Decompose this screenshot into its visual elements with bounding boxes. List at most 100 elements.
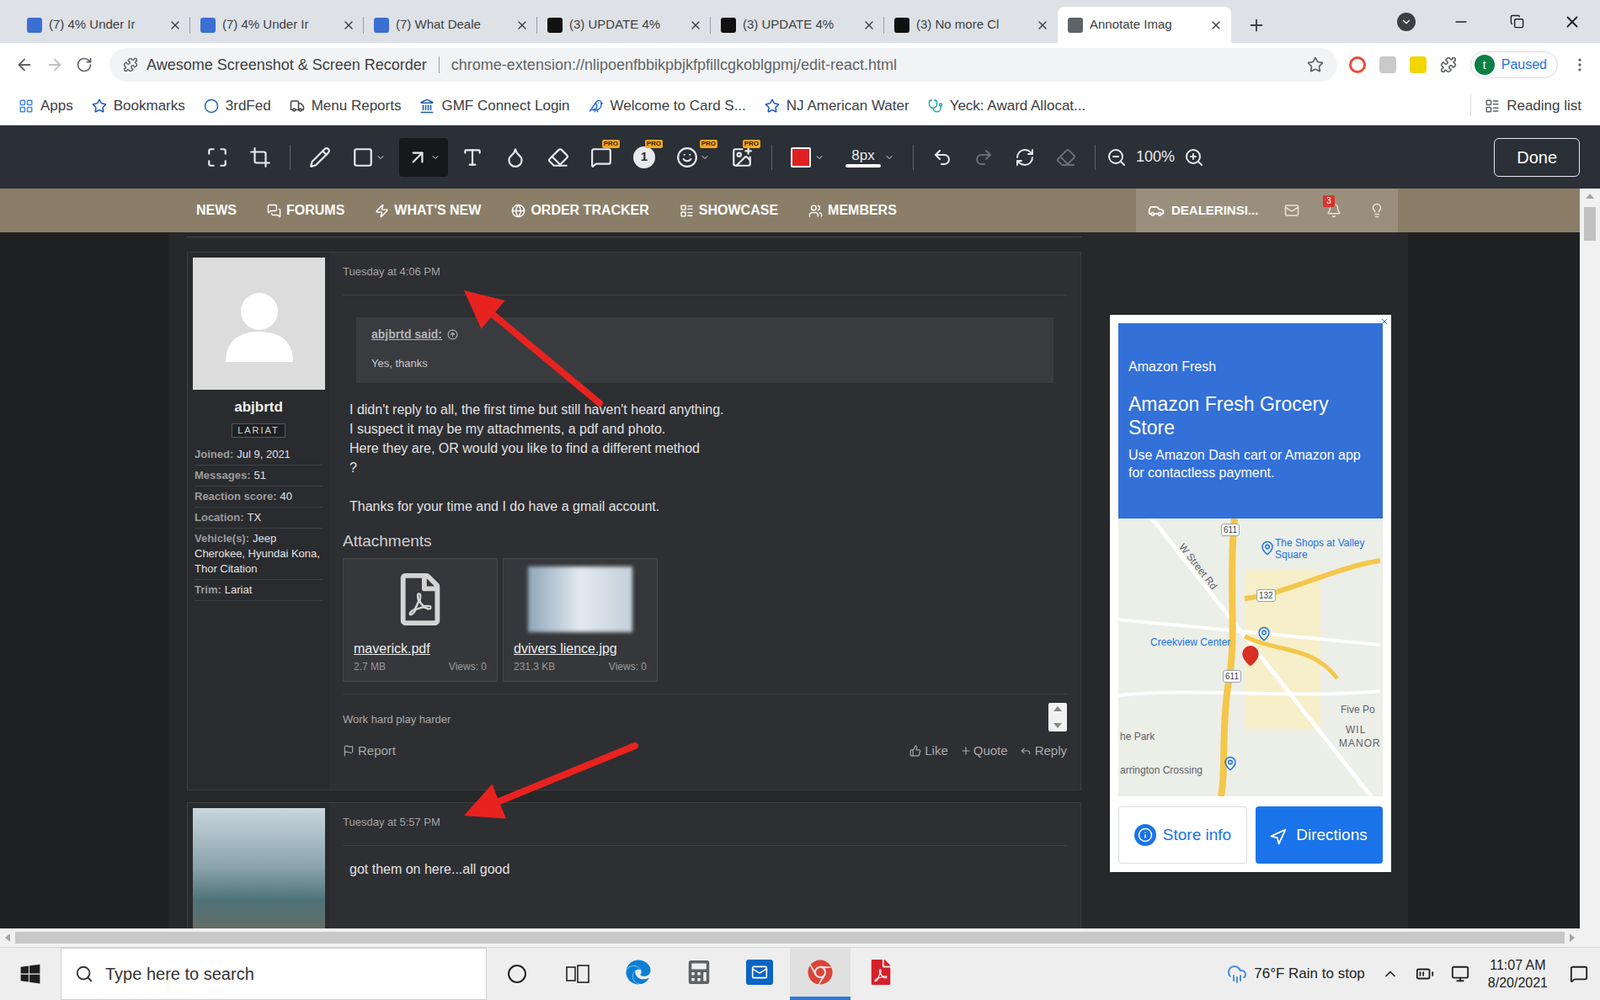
bookmark[interactable]: Welcome to Card S... <box>588 95 747 118</box>
reading-list[interactable]: Reading list <box>1470 95 1582 118</box>
menu-icon[interactable] <box>1571 56 1589 74</box>
nav-item[interactable]: FORUMS <box>266 200 345 221</box>
cortana-button[interactable] <box>486 948 548 1000</box>
nav-item[interactable]: ORDER TRACKER <box>511 200 649 221</box>
emoji-tool[interactable]: PRO <box>668 138 718 177</box>
like-button[interactable]: Like <box>909 741 949 762</box>
clear-button[interactable] <box>1048 138 1084 177</box>
rectangle-tool[interactable] <box>344 138 394 177</box>
theme-button[interactable] <box>1354 188 1398 233</box>
browser-tab[interactable]: (3) No more Cl <box>884 6 1058 43</box>
zoom-in-icon[interactable] <box>1184 147 1205 168</box>
bookmark-star-icon[interactable] <box>1306 56 1324 74</box>
close-tab-icon[interactable] <box>341 18 356 32</box>
redo-button[interactable] <box>965 138 1002 177</box>
extensions-icon[interactable] <box>1440 56 1457 74</box>
reload-icon[interactable] <box>75 56 93 74</box>
battery-tray[interactable] <box>1407 948 1443 1000</box>
notifications-button[interactable] <box>1557 948 1600 1000</box>
bookmark[interactable]: Bookmarks <box>91 95 186 118</box>
bookmark[interactable]: Menu Reports <box>289 95 402 118</box>
taskbar-app[interactable] <box>789 948 851 1000</box>
color-picker[interactable] <box>783 138 832 177</box>
report-button[interactable]: Report <box>342 741 396 762</box>
extension-1-icon[interactable] <box>1349 56 1366 74</box>
nav-item[interactable]: WHAT'S NEW <box>374 200 481 221</box>
close-tab-icon[interactable] <box>1209 18 1223 32</box>
reset-button[interactable] <box>1007 138 1043 177</box>
zoom-out-icon[interactable] <box>1106 147 1127 168</box>
ad[interactable]: Amazon FreshAmazon Fresh Grocery StoreUs… <box>1109 314 1392 873</box>
close-tab-icon[interactable] <box>688 18 703 32</box>
start-button[interactable] <box>0 948 61 1000</box>
attachment-card[interactable]: dvivers lience.jpg231.3 KBViews: 0 <box>502 558 658 683</box>
forward-icon[interactable] <box>45 55 64 75</box>
signature-scroller[interactable] <box>1048 703 1067 732</box>
browser-tab[interactable]: (7) What Deale <box>363 6 538 43</box>
bookmark[interactable]: Yeck: Award Allocat... <box>928 95 1087 118</box>
close-tab-icon[interactable] <box>515 18 529 32</box>
task-view-button[interactable] <box>547 948 608 1000</box>
store-info-button[interactable]: Store info <box>1118 806 1248 864</box>
horizontal-scrollbar[interactable] <box>0 928 1600 948</box>
browser-tab[interactable]: (7) 4% Under Ir <box>190 6 364 43</box>
alerts-button[interactable]: 3 <box>1312 188 1356 233</box>
attachment-card[interactable]: maverick.pdf2.7 MBViews: 0 <box>342 558 498 683</box>
taskbar-app[interactable] <box>668 948 730 1000</box>
bookmark[interactable]: Apps <box>18 95 74 118</box>
undo-button[interactable] <box>924 138 960 177</box>
close-tab-icon[interactable] <box>168 18 182 32</box>
step-tool[interactable]: 1PRO <box>625 138 663 177</box>
text-tool[interactable] <box>453 138 491 177</box>
pen-tool[interactable] <box>301 138 339 177</box>
network-tray[interactable] <box>1442 948 1478 1000</box>
back-icon[interactable] <box>15 55 34 75</box>
directions-button[interactable]: Directions <box>1255 806 1383 864</box>
clock[interactable]: 11:07 AM8/20/2021 <box>1477 948 1558 1000</box>
bookmark[interactable]: GMF Connect Login <box>419 95 570 118</box>
map[interactable]: 611132611The Shops at Valley SquareW Str… <box>1118 518 1383 797</box>
browser-tab[interactable]: (3) UPDATE 4% <box>537 6 711 43</box>
minimize-button[interactable] <box>1433 0 1489 43</box>
quote-button[interactable]: Quote <box>960 741 1008 762</box>
taskbar-app[interactable] <box>850 948 912 1000</box>
close-tab-icon[interactable] <box>862 18 876 32</box>
jump-to-quote-icon[interactable] <box>447 329 459 341</box>
crop-tool[interactable] <box>241 138 279 177</box>
done-button[interactable]: Done <box>1493 138 1580 177</box>
omnibox[interactable]: Awesome Screenshot & Screen Recorderchro… <box>109 48 1338 82</box>
weather-widget[interactable]: 76°F Rain to stop <box>1218 948 1374 1000</box>
account-button[interactable]: DEALERINSI... <box>1136 188 1270 233</box>
nav-item[interactable]: NEWS <box>196 200 237 221</box>
restore-button[interactable] <box>1488 0 1545 43</box>
tab-search-button[interactable] <box>1379 0 1434 43</box>
browser-tab[interactable]: Annotate Imag <box>1057 6 1232 43</box>
nav-item[interactable]: MEMBERS <box>808 200 897 221</box>
nav-item[interactable]: SHOWCASE <box>679 200 779 221</box>
extension-3-icon[interactable] <box>1409 56 1427 74</box>
blur-tool[interactable] <box>496 138 534 177</box>
bookmark[interactable]: NJ American Water <box>764 95 910 118</box>
callout-tool[interactable]: PRO <box>582 138 620 177</box>
close-button[interactable] <box>1544 0 1600 43</box>
taskbar-search[interactable]: Type here to search <box>60 948 487 1000</box>
inbox-button[interactable] <box>1269 188 1313 233</box>
quote-author[interactable]: abjbrtd said: <box>371 325 443 343</box>
profile-button[interactable]: tPaused <box>1470 51 1558 79</box>
taskbar-app[interactable] <box>729 948 790 1000</box>
tray-expand[interactable] <box>1373 948 1408 1000</box>
highlight-tool[interactable] <box>539 138 577 177</box>
fullscreen-tool[interactable] <box>198 138 236 177</box>
extension-2-icon[interactable] <box>1379 56 1397 74</box>
username[interactable]: abjbrtd <box>192 396 325 419</box>
reply-button[interactable]: Reply <box>1019 741 1067 762</box>
bookmark[interactable]: 3rdFed <box>203 95 272 118</box>
ad-close-icon[interactable] <box>1377 314 1392 329</box>
taskbar-app[interactable] <box>608 948 669 1000</box>
stroke-picker[interactable]: 8px <box>837 138 902 177</box>
arrow-tool[interactable] <box>399 138 448 177</box>
new-tab-button[interactable] <box>1237 6 1275 43</box>
vertical-scrollbar[interactable] <box>1579 188 1600 929</box>
browser-tab[interactable]: (3) UPDATE 4% <box>710 6 885 43</box>
browser-tab[interactable]: (7) 4% Under Ir <box>16 6 191 43</box>
